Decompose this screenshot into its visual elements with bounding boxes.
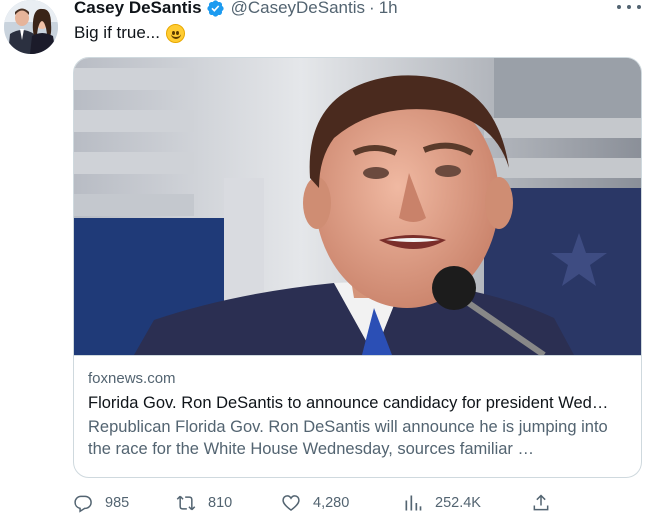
card-domain: foxnews.com bbox=[88, 370, 176, 387]
user-handle[interactable]: @CaseyDeSantis bbox=[231, 0, 365, 18]
reply-icon bbox=[74, 495, 92, 513]
dot bbox=[617, 5, 621, 9]
more-dots-icon[interactable] bbox=[617, 0, 641, 14]
avatar-image bbox=[4, 0, 58, 54]
display-name[interactable]: Casey DeSantis bbox=[74, 0, 202, 18]
views-button[interactable]: 252.4K bbox=[403, 490, 481, 516]
heart-icon bbox=[282, 495, 300, 512]
card-image[interactable] bbox=[74, 58, 641, 355]
dot bbox=[637, 5, 641, 9]
retweet-icon bbox=[176, 495, 196, 511]
card-title: Florida Gov. Ron DeSantis to announce ca… bbox=[88, 394, 609, 412]
views-count: 252.4K bbox=[435, 495, 481, 511]
card-meta: foxnews.com Florida Gov. Ron DeSantis to… bbox=[74, 355, 641, 477]
link-preview-card[interactable]: foxnews.com Florida Gov. Ron DeSantis to… bbox=[73, 57, 642, 478]
tweet-header: Casey DeSantis @CaseyDeSantis · 1h bbox=[74, 0, 398, 20]
tweet-text: Big if true... bbox=[74, 22, 185, 44]
smiling-face-emoji-icon bbox=[165, 23, 185, 43]
reply-button[interactable]: 985 bbox=[73, 490, 129, 516]
tweet-time[interactable]: 1h bbox=[379, 0, 398, 18]
action-bar: 985 810 4,280 252.4K bbox=[73, 490, 563, 516]
verified-badge-icon[interactable] bbox=[206, 0, 225, 18]
card-description: Republican Florida Gov. Ron DeSantis wil… bbox=[88, 418, 608, 458]
share-button[interactable] bbox=[531, 490, 551, 516]
like-count: 4,280 bbox=[313, 495, 350, 511]
separator-dot: · bbox=[369, 0, 375, 17]
share-icon bbox=[533, 494, 549, 511]
like-button[interactable]: 4,280 bbox=[281, 490, 349, 516]
retweet-button[interactable]: 810 bbox=[176, 490, 232, 516]
avatar[interactable] bbox=[4, 0, 58, 54]
views-chart-icon bbox=[405, 495, 422, 511]
tweet: Casey DeSantis @CaseyDeSantis · 1h Big i… bbox=[0, 0, 663, 527]
reply-count: 985 bbox=[105, 495, 130, 511]
dot bbox=[627, 5, 631, 9]
tweet-text-content: Big if true... bbox=[74, 23, 160, 42]
retweet-count: 810 bbox=[208, 495, 233, 511]
